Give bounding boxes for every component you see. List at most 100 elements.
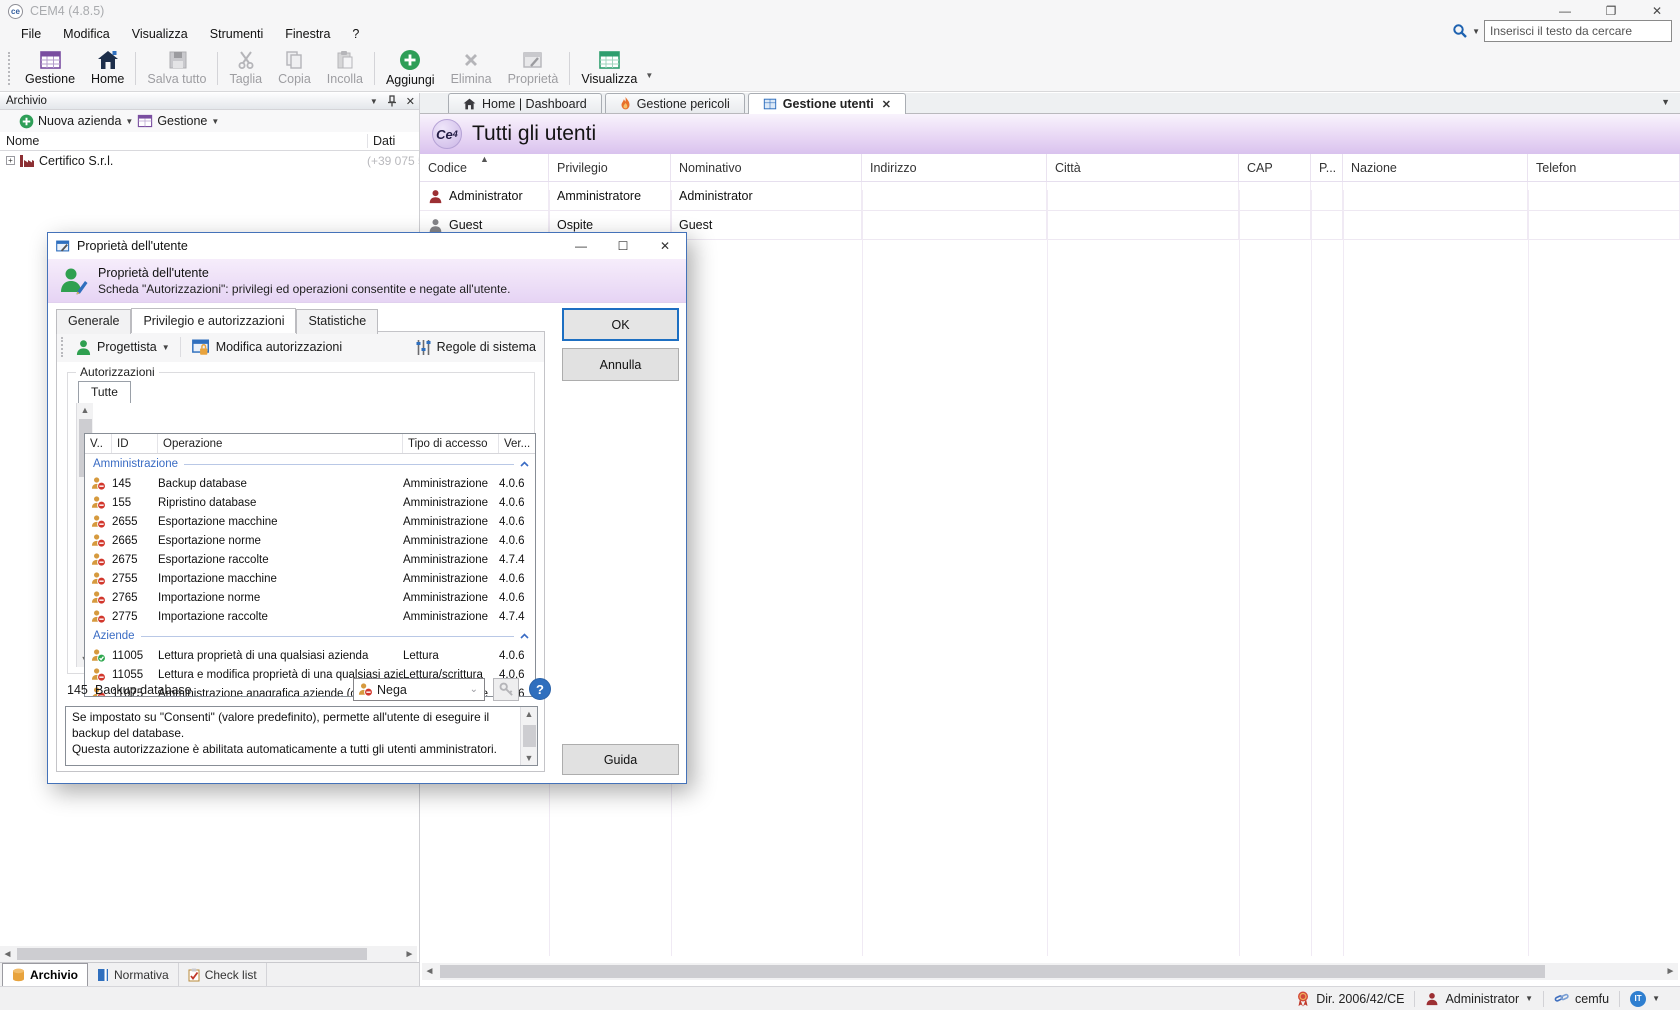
taglia-button[interactable]: Taglia [221, 46, 270, 91]
panel-dropdown-icon[interactable]: ▼ [370, 97, 378, 106]
scrollbar-thumb[interactable] [17, 948, 367, 960]
gestione-panel-dropdown[interactable]: ▼ [211, 117, 219, 126]
col-nazione[interactable]: Nazione [1343, 154, 1528, 181]
col-privilegio[interactable]: Privilegio [549, 154, 671, 181]
tab-checklist[interactable]: Check list [179, 963, 267, 986]
tab-archivio[interactable]: Archivio [2, 963, 88, 986]
auth-value-combobox[interactable]: Nega ⌄ [353, 678, 485, 701]
col-v[interactable]: V.. [85, 434, 112, 453]
dialog-minimize-button[interactable]: — [560, 233, 602, 259]
auth-row[interactable]: 2675Esportazione raccolteAmministrazione… [85, 550, 535, 569]
description-vscrollbar[interactable]: ▲ ▼ [520, 707, 537, 765]
doc-tab-home-dashboard[interactable]: Home | Dashboard [448, 93, 602, 113]
auth-row[interactable]: 2765Importazione normeAmministrazione4.0… [85, 588, 535, 607]
col-operazione[interactable]: Operazione [158, 434, 403, 453]
auth-section-header[interactable]: Aziende [85, 626, 535, 646]
auth-row[interactable]: 2755Importazione macchineAmministrazione… [85, 569, 535, 588]
toolbar-drag-handle[interactable] [61, 337, 65, 357]
auth-row[interactable]: 2665Esportazione normeAmministrazione4.0… [85, 531, 535, 550]
copia-button[interactable]: Copia [270, 46, 319, 91]
privilege-dropdown-icon[interactable]: ▼ [162, 343, 170, 352]
column-dati[interactable]: Dati [367, 134, 419, 148]
document-hscrollbar[interactable]: ◄ ► [422, 963, 1678, 980]
menu-visualizza[interactable]: Visualizza [121, 24, 199, 44]
regole-di-sistema-button[interactable]: Regole di sistema [415, 339, 536, 356]
col-cap[interactable]: CAP [1239, 154, 1311, 181]
pin-icon[interactable] [387, 95, 397, 107]
menu-file[interactable]: File [10, 24, 52, 44]
tree-item-certifico[interactable]: + Certifico S.r.l. (+39 075 5 [0, 151, 419, 170]
auth-section-header[interactable]: Amministrazione [85, 454, 535, 474]
menu-strumenti[interactable]: Strumenti [199, 24, 275, 44]
menu-help[interactable]: ? [341, 24, 370, 44]
status-cemfu-link[interactable]: cemfu [1543, 991, 1619, 1007]
collapse-chevron-icon[interactable] [520, 461, 529, 467]
gestione-panel-button[interactable]: Gestione ▼ [137, 114, 219, 128]
scrollbar-thumb[interactable] [523, 725, 536, 747]
tab-list-dropdown[interactable]: ▼ [1661, 97, 1670, 107]
column-nome[interactable]: Nome [0, 134, 367, 148]
dialog-close-button[interactable]: ✕ [644, 233, 686, 259]
menu-finestra[interactable]: Finestra [274, 24, 341, 44]
gestione-button[interactable]: Gestione [17, 46, 83, 91]
search-input[interactable] [1484, 20, 1672, 42]
col-id[interactable]: ID [112, 434, 158, 453]
col-nominativo[interactable]: Nominativo [671, 154, 862, 181]
auth-row[interactable]: 2655Esportazione macchineAmministrazione… [85, 512, 535, 531]
combobox-chevron-icon[interactable]: ⌄ [470, 684, 478, 695]
close-button[interactable]: ✕ [1634, 0, 1680, 22]
auth-row[interactable]: 145Backup databaseAmministrazione4.0.6 [85, 474, 535, 493]
nuova-azienda-button[interactable]: Nuova azienda ▼ [19, 114, 133, 129]
salva-tutto-button[interactable]: Salva tutto [139, 46, 214, 91]
filter-tab-tutte[interactable]: Tutte [78, 381, 131, 403]
privilege-selector[interactable]: Progettista ▼ [71, 337, 174, 358]
col-tipo-accesso[interactable]: Tipo di accesso [403, 434, 499, 453]
doc-tab-gestione-pericoli[interactable]: Gestione pericoli [605, 93, 745, 113]
search-icon[interactable] [1452, 23, 1468, 39]
search-options-dropdown[interactable]: ▼ [1472, 27, 1480, 36]
visualizza-button[interactable]: Visualizza [573, 46, 645, 91]
home-button[interactable]: Home [83, 46, 132, 91]
dialog-maximize-button[interactable]: ☐ [602, 233, 644, 259]
user-dropdown-icon[interactable]: ▼ [1525, 994, 1533, 1003]
panel-close-icon[interactable]: ✕ [406, 95, 415, 108]
tree-expander-icon[interactable]: + [6, 156, 15, 165]
col-p[interactable]: P... [1311, 154, 1343, 181]
apply-key-button[interactable] [493, 678, 519, 701]
status-user[interactable]: Administrator ▼ [1414, 991, 1543, 1007]
language-dropdown-icon[interactable]: ▼ [1652, 994, 1660, 1003]
elimina-button[interactable]: Elimina [443, 46, 500, 91]
menu-modifica[interactable]: Modifica [52, 24, 121, 44]
auth-row[interactable]: 155Ripristino databaseAmministrazione4.0… [85, 493, 535, 512]
ok-button[interactable]: OK [562, 308, 679, 341]
cancel-button[interactable]: Annulla [562, 348, 679, 381]
doc-tab-gestione-utenti[interactable]: Gestione utenti ✕ [748, 93, 906, 114]
proprieta-button[interactable]: Proprietà [500, 46, 567, 91]
dialog-tab-statistiche[interactable]: Statistiche [296, 309, 378, 334]
col-telefono[interactable]: Telefon [1528, 154, 1680, 181]
aggiungi-button[interactable]: Aggiungi [378, 46, 443, 91]
maximize-button[interactable]: ❐ [1588, 0, 1634, 22]
guida-button[interactable]: Guida [562, 744, 679, 775]
col-ver[interactable]: Ver... [499, 434, 535, 453]
help-button[interactable]: ? [529, 678, 551, 700]
dialog-tab-generale[interactable]: Generale [56, 309, 131, 334]
minimize-button[interactable]: — [1542, 0, 1588, 22]
incolla-button[interactable]: Incolla [319, 46, 371, 91]
tab-normativa[interactable]: Normativa [88, 963, 179, 986]
auth-row[interactable]: 11005Lettura proprietà di una qualsiasi … [85, 646, 535, 665]
status-directive[interactable]: Dir. 2006/42/CE [1286, 991, 1414, 1007]
left-panel-hscrollbar[interactable]: ◄ ► [0, 946, 417, 962]
tab-close-icon[interactable]: ✕ [882, 98, 891, 111]
user-row-administrator[interactable]: Administrator Amministratore Administrat… [420, 182, 1680, 211]
status-language[interactable]: IT ▼ [1619, 991, 1670, 1007]
collapse-chevron-icon[interactable] [520, 633, 529, 639]
col-citta[interactable]: Città [1047, 154, 1239, 181]
dialog-tab-privilegio[interactable]: Privilegio e autorizzazioni [131, 308, 296, 333]
auth-row[interactable]: 2775Importazione raccolteAmministrazione… [85, 607, 535, 626]
scrollbar-thumb[interactable] [440, 965, 1545, 978]
modifica-autorizzazioni-button[interactable]: Modifica autorizzazioni [187, 336, 346, 359]
visualizza-dropdown[interactable]: ▼ [645, 71, 653, 80]
toolbar-drag-handle[interactable] [8, 52, 13, 85]
col-indirizzo[interactable]: Indirizzo [862, 154, 1047, 181]
